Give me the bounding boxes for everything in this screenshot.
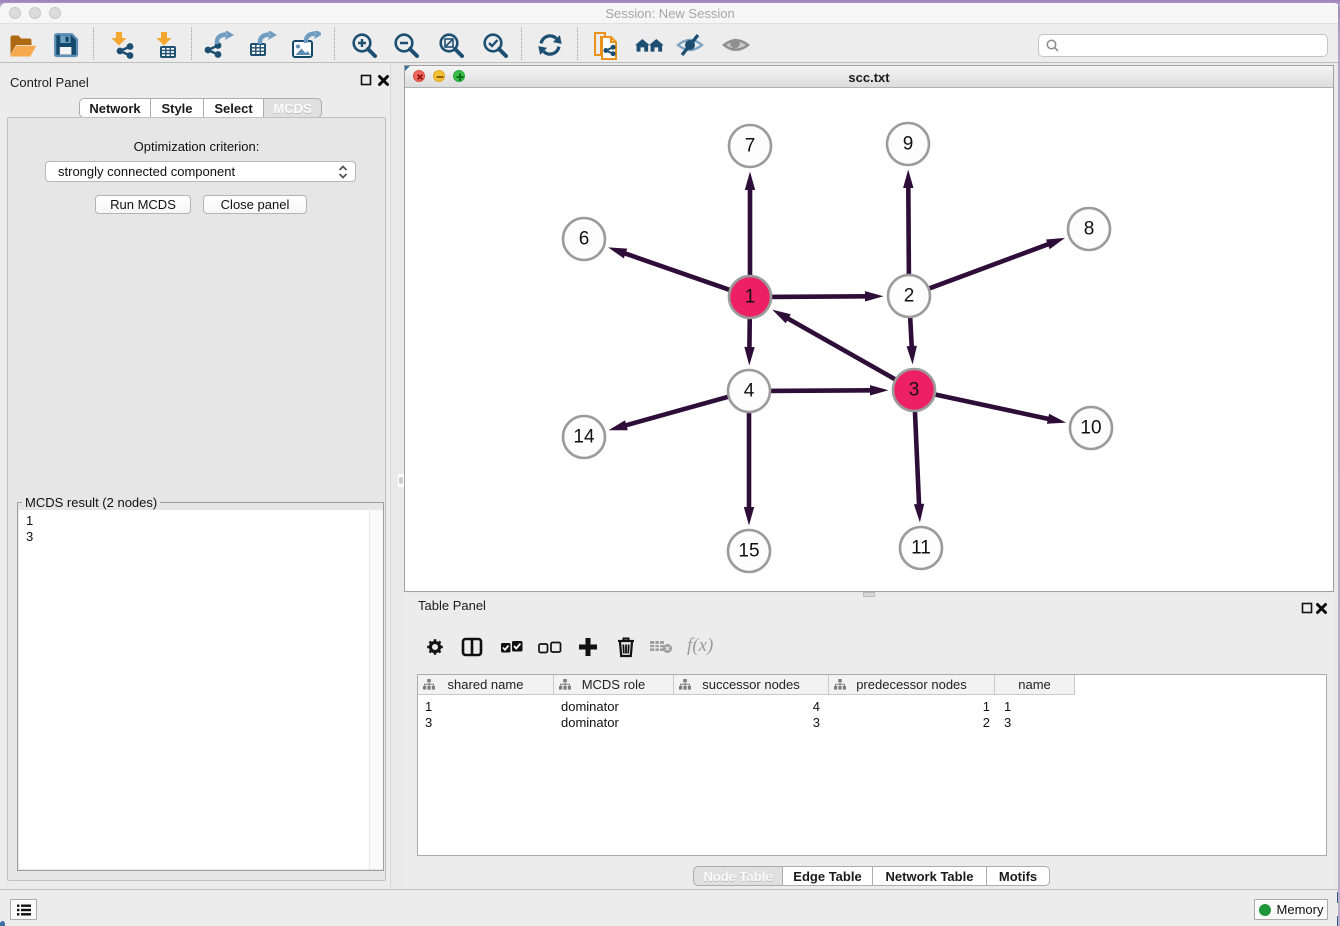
svg-text:8: 8	[1084, 219, 1095, 240]
svg-text:15: 15	[738, 541, 759, 562]
svg-text:9: 9	[903, 134, 914, 155]
svg-text:1: 1	[745, 287, 756, 308]
svg-text:7: 7	[745, 136, 756, 157]
svg-text:2: 2	[904, 286, 915, 307]
svg-text:14: 14	[573, 427, 595, 448]
svg-text:10: 10	[1080, 418, 1101, 439]
svg-text:6: 6	[579, 229, 590, 250]
svg-text:4: 4	[744, 381, 755, 402]
svg-text:11: 11	[911, 538, 931, 559]
svg-text:3: 3	[909, 380, 920, 401]
